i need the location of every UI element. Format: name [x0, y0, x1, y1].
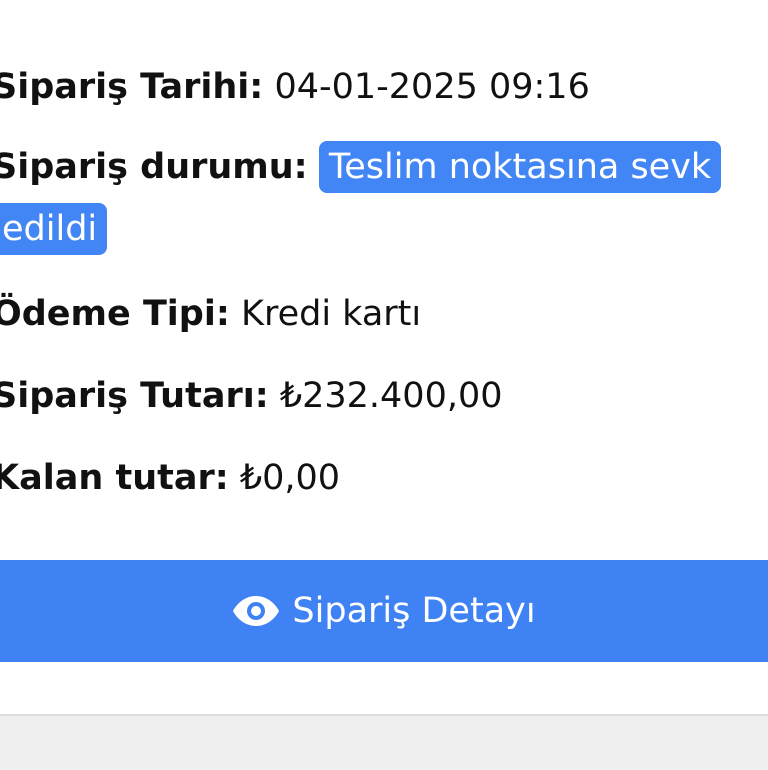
order-date-value: 04-01-2025 09:16 — [274, 67, 590, 107]
footer-divider — [0, 714, 768, 770]
order-status-row: Sipariş durumu: Teslim noktasına sevk ed… — [0, 136, 722, 260]
remaining-amount-label: Kalan tutar: — [0, 458, 229, 498]
payment-type-row: Ödeme Tipi: Kredi kartı — [0, 283, 421, 345]
order-total-label: Sipariş Tutarı: — [0, 376, 269, 416]
remaining-amount-row: Kalan tutar: ₺0,00 — [0, 447, 340, 509]
order-date-label: Sipariş Tarihi: — [0, 67, 264, 107]
order-status-label: Sipariş durumu: — [0, 147, 308, 187]
order-detail-button[interactable]: Sipariş Detayı — [0, 560, 768, 662]
order-detail-label: Sipariş Detayı — [292, 591, 536, 631]
payment-type-value: Kredi kartı — [241, 294, 422, 334]
order-total-row: Sipariş Tutarı: ₺232.400,00 — [0, 365, 503, 427]
remaining-amount-value: ₺0,00 — [239, 458, 341, 498]
payment-type-label: Ödeme Tipi: — [0, 294, 230, 334]
eye-icon — [232, 593, 280, 629]
order-date-row: Sipariş Tarihi: 04-01-2025 09:16 — [0, 56, 590, 118]
order-total-value: ₺232.400,00 — [279, 376, 503, 416]
